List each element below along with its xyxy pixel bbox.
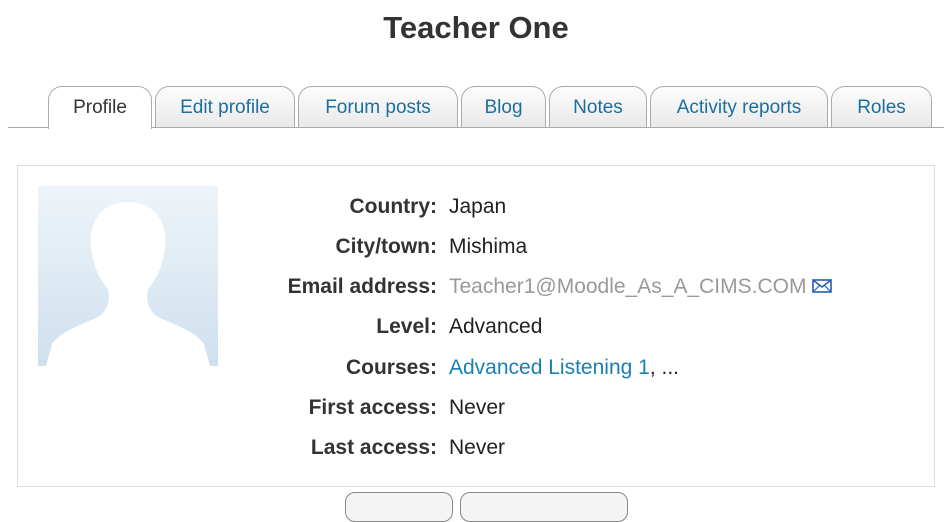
tab-activity-reports[interactable]: Activity reports [650, 86, 828, 127]
email-label: Email address: [287, 275, 437, 298]
tab-roles[interactable]: Roles [831, 86, 932, 127]
last-access-value: Never [449, 436, 506, 459]
action-button-2[interactable] [460, 492, 628, 522]
first-access-row: First access: Never [220, 393, 930, 423]
courses-row: Courses: Advanced Listening 1, ... [220, 353, 930, 383]
tab-edit-profile[interactable]: Edit profile [155, 86, 295, 127]
first-access-value: Never [449, 396, 506, 419]
courses-value: Advanced Listening 1, ... [449, 353, 679, 383]
city-row: City/town: Mishima [220, 232, 930, 262]
user-avatar [38, 186, 218, 366]
country-row: Country: Japan [220, 192, 930, 222]
first-access-label: First access: [308, 396, 437, 419]
level-row: Level: Advanced [220, 312, 930, 342]
tab-forum-posts[interactable]: Forum posts [298, 86, 458, 127]
country-value: Japan [449, 195, 507, 218]
user-silhouette-icon [46, 202, 210, 366]
email-row: Email address: Teacher1@Moodle_As_A_CIMS… [220, 272, 930, 302]
email-value-wrap: Teacher1@Moodle_As_A_CIMS.COM [449, 272, 833, 302]
tab-notes[interactable]: Notes [549, 86, 647, 127]
last-access-row: Last access: Never [220, 433, 930, 463]
email-value[interactable]: Teacher1@Moodle_As_A_CIMS.COM [449, 275, 806, 298]
last-access-label: Last access: [310, 436, 437, 459]
tab-profile[interactable]: Profile [48, 86, 152, 129]
course-link[interactable]: Advanced Listening 1 [449, 356, 650, 379]
courses-label: Courses: [345, 356, 437, 379]
city-value: Mishima [449, 235, 528, 258]
level-value: Advanced [449, 315, 543, 338]
envelope-icon[interactable] [812, 272, 833, 302]
level-label: Level: [376, 315, 437, 338]
city-label: City/town: [335, 235, 437, 258]
page-title: Teacher One [383, 10, 569, 45]
profile-tabs: Profile Edit profile Forum posts Blog No… [0, 86, 952, 129]
country-label: Country: [349, 195, 438, 218]
tab-blog[interactable]: Blog [461, 86, 546, 127]
courses-more: , ... [649, 356, 679, 379]
action-button-1[interactable] [345, 492, 453, 522]
